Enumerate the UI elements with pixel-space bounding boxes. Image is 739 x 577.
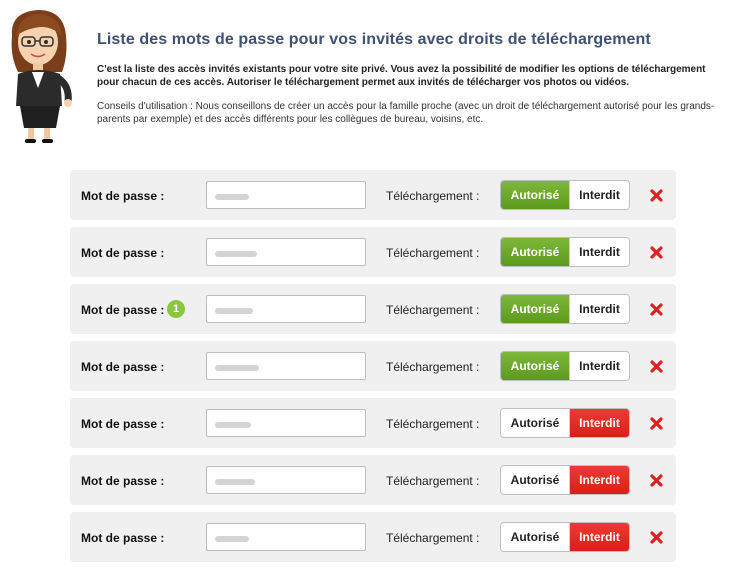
download-toggle: Autorisé Interdit <box>500 294 630 324</box>
forbid-download-button[interactable]: Interdit <box>570 352 629 380</box>
authorize-download-button[interactable]: Autorisé <box>501 352 570 380</box>
password-row: Mot de passe : Téléchargement : Autorisé… <box>70 227 676 277</box>
blurred-password-text <box>215 422 251 428</box>
password-row: Mot de passe : Téléchargement : Autorisé… <box>70 455 676 505</box>
forbid-download-button[interactable]: Interdit <box>570 409 629 437</box>
close-icon[interactable] <box>649 359 664 374</box>
download-toggle: Autorisé Interdit <box>500 522 630 552</box>
forbid-download-button[interactable]: Interdit <box>570 181 629 209</box>
password-label: Mot de passe : <box>81 246 165 260</box>
password-row: Mot de passe : 1 Téléchargement : Autori… <box>70 284 676 334</box>
forbid-download-button[interactable]: Interdit <box>570 466 629 494</box>
download-label: Téléchargement : <box>386 189 480 203</box>
mascot-illustration <box>11 10 72 143</box>
download-toggle: Autorisé Interdit <box>500 465 630 495</box>
password-label: Mot de passe : <box>81 417 165 431</box>
forbid-download-button[interactable]: Interdit <box>570 523 629 551</box>
intro-text: C'est la liste des accès invités existan… <box>97 64 706 88</box>
download-label: Téléchargement : <box>386 417 480 431</box>
password-row: Mot de passe : Téléchargement : Autorisé… <box>70 341 676 391</box>
blurred-password-text <box>215 251 257 257</box>
authorize-download-button[interactable]: Autorisé <box>501 181 570 209</box>
password-label: Mot de passe : <box>81 474 165 488</box>
step-badge: 1 <box>167 300 185 318</box>
password-label: Mot de passe : <box>81 531 165 545</box>
close-icon[interactable] <box>649 188 664 203</box>
blurred-password-text <box>215 308 253 314</box>
password-input[interactable] <box>206 466 366 494</box>
close-icon[interactable] <box>649 530 664 545</box>
download-toggle: Autorisé Interdit <box>500 180 630 210</box>
page-title: Liste des mots de passe pour vos invités… <box>97 31 651 48</box>
authorize-download-button[interactable]: Autorisé <box>501 295 570 323</box>
password-label: Mot de passe : <box>81 303 165 317</box>
password-input[interactable] <box>206 352 366 380</box>
password-row: Mot de passe : Téléchargement : Autorisé… <box>70 398 676 448</box>
close-icon[interactable] <box>649 416 664 431</box>
close-icon[interactable] <box>649 302 664 317</box>
password-list: Mot de passe : Téléchargement : Autorisé… <box>70 170 676 569</box>
password-input[interactable] <box>206 295 366 323</box>
password-row: Mot de passe : Téléchargement : Autorisé… <box>70 170 676 220</box>
download-toggle: Autorisé Interdit <box>500 408 630 438</box>
password-input[interactable] <box>206 238 366 266</box>
password-input[interactable] <box>206 181 366 209</box>
authorize-download-button[interactable]: Autorisé <box>501 466 570 494</box>
download-toggle: Autorisé Interdit <box>500 351 630 381</box>
authorize-download-button[interactable]: Autorisé <box>501 238 570 266</box>
password-input[interactable] <box>206 523 366 551</box>
download-label: Téléchargement : <box>386 474 480 488</box>
blurred-password-text <box>215 479 255 485</box>
download-toggle: Autorisé Interdit <box>500 237 630 267</box>
password-label: Mot de passe : <box>81 189 165 203</box>
password-input[interactable] <box>206 409 366 437</box>
blurred-password-text <box>215 365 259 371</box>
forbid-download-button[interactable]: Interdit <box>570 238 629 266</box>
password-label: Mot de passe : <box>81 360 165 374</box>
download-label: Téléchargement : <box>386 531 480 545</box>
close-icon[interactable] <box>649 473 664 488</box>
close-icon[interactable] <box>649 245 664 260</box>
download-label: Téléchargement : <box>386 360 480 374</box>
blurred-password-text <box>215 536 249 542</box>
download-label: Téléchargement : <box>386 303 480 317</box>
authorize-download-button[interactable]: Autorisé <box>501 523 570 551</box>
blurred-password-text <box>215 194 249 200</box>
authorize-download-button[interactable]: Autorisé <box>501 409 570 437</box>
password-row: Mot de passe : Téléchargement : Autorisé… <box>70 512 676 562</box>
tips-text: Conseils d'utilisation : Nous conseillon… <box>97 101 715 125</box>
page-header: Liste des mots de passe pour vos invités… <box>97 31 722 126</box>
download-label: Téléchargement : <box>386 246 480 260</box>
forbid-download-button[interactable]: Interdit <box>570 295 629 323</box>
